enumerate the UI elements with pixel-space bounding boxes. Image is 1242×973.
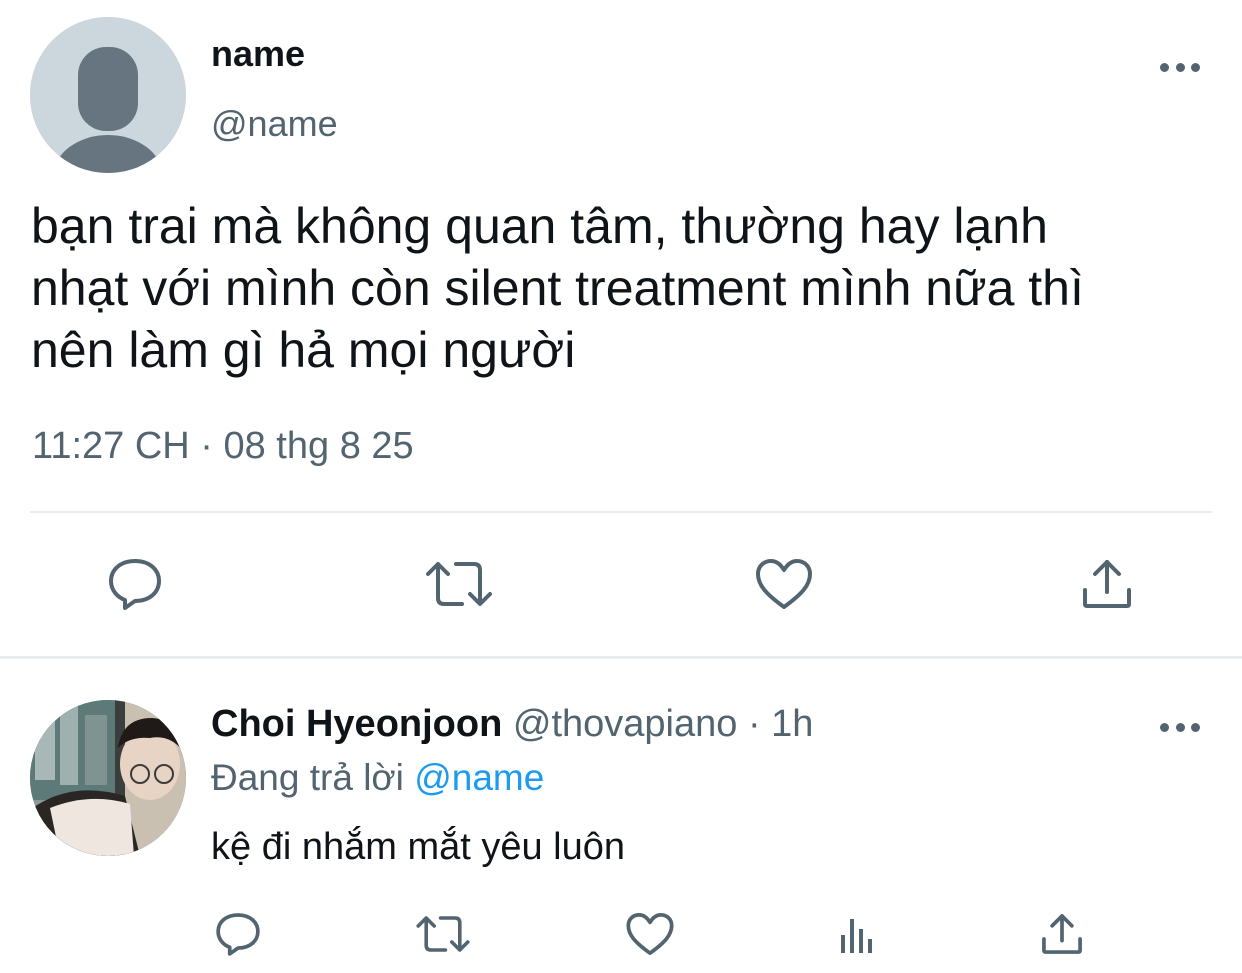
reply-more-options-icon[interactable] (1160, 721, 1200, 733)
replying-to-mention[interactable]: @name (414, 757, 544, 798)
default-avatar-icon (30, 17, 186, 173)
profile-photo (30, 700, 186, 856)
reply-icon (109, 559, 161, 610)
tweet-text: bạn trai mà không quan tâm, thường hay l… (31, 198, 1084, 378)
reply-header: Choi Hyeonjoon @thovapiano · 1h (211, 703, 813, 746)
reply-analytics-button[interactable] (832, 910, 882, 960)
share-icon (1042, 914, 1082, 954)
reply-button[interactable] (100, 552, 170, 616)
like-button[interactable] (750, 552, 818, 616)
author-handle[interactable]: @name (211, 103, 338, 145)
share-icon (1083, 560, 1131, 608)
tweet-timestamp[interactable]: 11:27 CH · 08 thg 8 25 (32, 425, 414, 468)
like-icon (626, 912, 674, 956)
like-icon (756, 559, 812, 609)
reply-like-button[interactable] (623, 908, 677, 960)
reply-author-avatar[interactable] (30, 700, 186, 856)
analytics-icon (841, 919, 872, 953)
meta-separator: · (747, 703, 761, 745)
reply-icon (216, 913, 260, 956)
reply-text: kệ đi nhắm mắt yêu luôn (211, 826, 626, 868)
section-divider (0, 656, 1242, 659)
replying-to-label: Đang trả lời (211, 757, 404, 798)
more-options-icon[interactable] (1160, 61, 1200, 73)
author-display-name[interactable]: name (211, 33, 305, 75)
reply-share-button[interactable] (1036, 908, 1088, 960)
reply-time[interactable]: 1h (771, 703, 813, 745)
reply-reply-button[interactable] (212, 908, 264, 960)
divider (30, 511, 1212, 513)
retweet-button[interactable] (422, 552, 496, 616)
retweet-icon (416, 916, 470, 952)
author-avatar[interactable] (30, 17, 186, 173)
share-button[interactable] (1076, 552, 1138, 616)
retweet-icon (426, 562, 492, 606)
reply-author-name[interactable]: Choi Hyeonjoon (211, 703, 502, 745)
reply-author-handle[interactable]: @thovapiano (513, 703, 738, 745)
replying-to-line: Đang trả lời @name (211, 757, 544, 799)
reply-retweet-button[interactable] (413, 908, 473, 960)
